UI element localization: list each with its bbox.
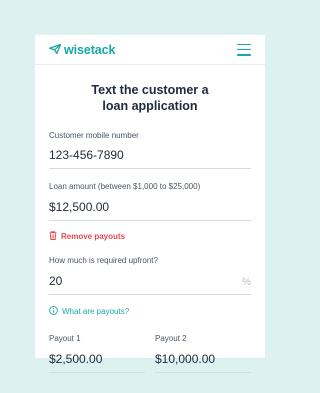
payout-2-input[interactable]: $10,000.00: [155, 352, 251, 373]
loan-amount-input[interactable]: $12,500.00: [49, 200, 251, 221]
payout-1-label: Payout 1: [49, 334, 81, 343]
page-title: Text the customer a loan application: [91, 83, 209, 113]
payout-1-input[interactable]: $2,500.00: [49, 352, 145, 373]
upfront-field[interactable]: How much is required upfront? 20 %: [49, 256, 251, 295]
loan-application-card: wisetack Text the customer a loan applic…: [35, 35, 265, 373]
what-are-payouts-label: What are payouts?: [62, 306, 130, 316]
remove-payouts-label: Remove payouts: [61, 231, 126, 241]
payout-2-label: Payout 2: [155, 334, 187, 343]
remove-payouts-button[interactable]: Remove payouts: [49, 227, 251, 245]
upfront-input[interactable]: 20: [49, 274, 251, 295]
what-are-payouts-link[interactable]: What are payouts?: [49, 302, 251, 320]
payout-2-field[interactable]: Payout 2 $10,000.00: [155, 334, 251, 373]
hamburger-menu-icon[interactable]: [237, 43, 251, 56]
mobile-number-input[interactable]: 123-456-7890: [49, 148, 251, 169]
top-bar: wisetack: [35, 35, 265, 65]
logo-text: wisetack: [64, 42, 116, 57]
paper-plane-icon: [48, 41, 62, 59]
loan-amount-field[interactable]: Loan amount (between $1,000 to $25,000) …: [49, 182, 251, 221]
info-icon: [49, 302, 58, 320]
loan-amount-label: Loan amount (between $1,000 to $25,000): [49, 182, 201, 191]
percent-unit: %: [242, 277, 251, 288]
mobile-number-field[interactable]: Customer mobile number 123-456-7890: [49, 131, 251, 169]
upfront-label: How much is required upfront?: [49, 256, 158, 265]
payout-1-field[interactable]: Payout 1 $2,500.00: [49, 334, 145, 373]
trash-icon: [49, 227, 57, 245]
mobile-number-label: Customer mobile number: [49, 131, 139, 140]
logo[interactable]: wisetack: [48, 41, 116, 59]
payouts-row: Payout 1 $2,500.00 Payout 2 $10,000.00: [49, 334, 251, 373]
